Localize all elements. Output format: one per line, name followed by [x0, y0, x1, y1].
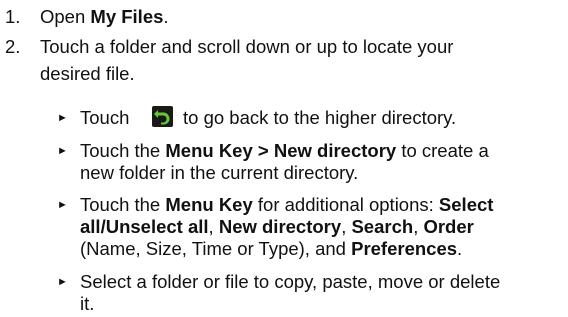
step-2-line-2: desired file. [40, 63, 135, 84]
bullet-3-bold-order: Order [423, 216, 474, 237]
bullet-2-line-1: Touch the Menu Key > New directory to cr… [80, 140, 489, 162]
bullet-3-line-3-pre: (Name, Size, Time or Type), and [80, 238, 352, 259]
bullet-3-line-3-post: . [457, 238, 463, 259]
bullet-marker: ► [57, 276, 68, 288]
bullet-1-post: to go back to the higher directory. [183, 107, 457, 128]
bullet-2-post: to create a [396, 140, 489, 161]
step-2-number: 2. [5, 36, 21, 57]
bullet-3-line-2: all/Unselect all, New directory, Search,… [80, 216, 474, 238]
step-1-pre: Open [40, 6, 91, 27]
bullet-marker: ► [57, 145, 68, 157]
bullet-3-sep: , [208, 216, 219, 237]
bullet-3-sep: , [341, 216, 352, 237]
bullet-3-line-1: Touch the Menu Key for additional option… [80, 194, 493, 216]
bullet-3-mid: for additional options: [252, 194, 439, 215]
bullet-2-line-2: new folder in the current directory. [80, 162, 359, 183]
bullet-3-pre: Touch the [80, 194, 166, 215]
step-1-bold: My Files [90, 6, 164, 27]
bullet-marker: ► [57, 199, 68, 211]
step-2-line-1: Touch a folder and scroll down or up to … [40, 36, 454, 57]
step-1-number: 1. [5, 6, 21, 27]
back-arrow-icon [152, 106, 173, 127]
bullet-3-bold-search: Search [351, 216, 414, 237]
bullet-4-line-1: Select a folder or file to copy, paste, … [80, 271, 501, 292]
bullet-4-line-2: it. [80, 293, 95, 314]
bullet-2-bold: Menu Key > New directory [165, 140, 397, 161]
bullet-3-bold-preferences: Preferences [351, 238, 458, 259]
bullet-3-bold-select: Select [438, 194, 494, 215]
bullet-3-line-3: (Name, Size, Time or Type), and Preferen… [80, 238, 462, 260]
bullet-3-sep: , [413, 216, 424, 237]
bullet-3-bold-new-directory: New directory [218, 216, 342, 237]
bullet-3-bold-unselect: all/Unselect all [80, 216, 209, 237]
bullet-3-bold-menu-key: Menu Key [165, 194, 253, 215]
step-1-post: . [163, 6, 169, 27]
bullet-marker: ► [57, 112, 68, 124]
step-1-text: Open My Files. [40, 6, 169, 28]
bullet-2-pre: Touch the [80, 140, 166, 161]
bullet-1-pre: Touch [80, 107, 130, 128]
